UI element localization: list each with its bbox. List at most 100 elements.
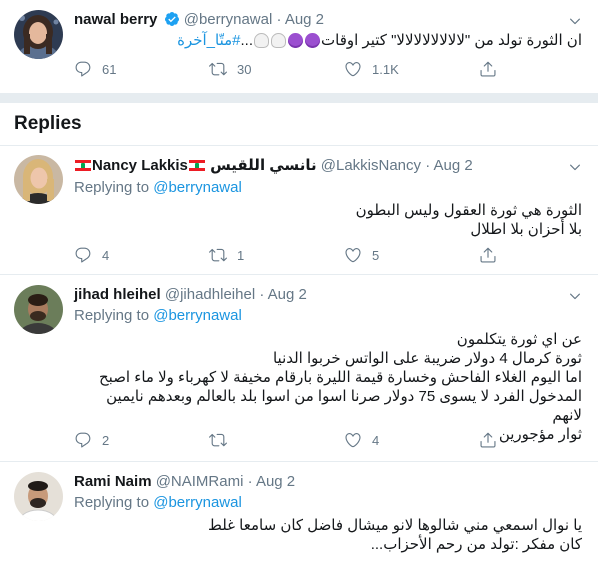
main-tweet[interactable]: nawal berry @berrynawal · Aug 2 ان الثور… (0, 0, 598, 93)
like-button[interactable]: 4 (344, 431, 379, 449)
heart-icon (344, 246, 362, 264)
replying-to-prefix: Replying to (74, 307, 150, 324)
tweet-header: Rami Naim @NAIMRami · Aug 2 (74, 472, 295, 492)
author-handle[interactable]: @NAIMRami (156, 473, 244, 490)
reply-tweet[interactable]: Nancy Lakkis نانسي اللقيس @LakkisNancy ·… (0, 145, 598, 275)
share-icon (479, 246, 497, 264)
reply-tweet[interactable]: Rami Naim @NAIMRami · Aug 2 Replying to … (0, 462, 598, 569)
tweet-header: jihad hleihel @jihadhleihel · Aug 2 (74, 285, 307, 305)
author-name[interactable]: Nancy Lakkis (92, 157, 188, 174)
tweet-header: Nancy Lakkis نانسي اللقيس @LakkisNancy ·… (74, 156, 473, 176)
separator-dot: · (425, 157, 431, 174)
tweet-text: الثورة هي ثورة العقول وليس البطون بلا أح… (74, 201, 582, 239)
retweet-button[interactable]: 1 (209, 246, 244, 264)
tweet-line: كان مفكر :تولد من رحم الأحزاب... (370, 536, 582, 553)
heart-icon (344, 431, 362, 449)
avatar[interactable] (14, 472, 63, 521)
author-handle[interactable]: @jihadhleihel (165, 286, 255, 303)
reply-icon (74, 246, 92, 264)
separator-dot: · (259, 286, 265, 303)
like-button[interactable]: 5 (344, 246, 379, 264)
lebanon-flag-icon (75, 160, 91, 171)
share-button[interactable] (479, 246, 497, 264)
reply-button[interactable]: 61 (74, 60, 116, 78)
chevron-down-icon[interactable] (568, 14, 582, 28)
tweet-line: المدخول الفرد لا يسوى 75 دولار صرنا اسوا… (106, 388, 582, 424)
hashtag-link[interactable]: #متّا_آخرة (177, 32, 240, 49)
tweet-line: ثورة كرمال 4 دولار ضريبة على الواتس خربو… (272, 350, 582, 367)
tweet-text-ellipsis: ... (240, 32, 254, 49)
smiling-devil-emoji-icon (305, 33, 321, 48)
retweet-count: 1 (237, 247, 245, 263)
reply-button[interactable]: 2 (74, 431, 109, 449)
author-name[interactable]: nawal berry (74, 11, 157, 28)
share-button[interactable] (479, 431, 497, 449)
like-button[interactable]: 1.1K (344, 60, 399, 78)
tweet-text: يا نوال اسمعي مني شالوها لانو ميشال فاضل… (74, 516, 582, 554)
tweet-actions: 4 1 5 (74, 246, 494, 266)
author-name[interactable]: jihad hleihel (74, 286, 161, 303)
heart-icon (344, 60, 362, 78)
retweet-icon (209, 246, 227, 264)
avatar[interactable] (14, 285, 63, 334)
verified-badge-icon (164, 11, 180, 27)
avatar[interactable] (14, 10, 63, 59)
author-name[interactable]: Rami Naim (74, 473, 152, 490)
author-handle[interactable]: @LakkisNancy (321, 157, 421, 174)
retweet-icon (209, 431, 227, 449)
tweet-line: عن اي ثورة يتكلمون (456, 331, 582, 348)
like-count: 1.1K (372, 61, 399, 77)
retweet-button[interactable]: 30 (209, 60, 251, 78)
tweet-date[interactable]: Aug 2 (434, 157, 473, 174)
tweet-text: ان الثورة تولد من "لالالالالالالالا" كتي… (74, 31, 582, 50)
share-button[interactable] (479, 60, 497, 78)
share-icon (479, 431, 497, 449)
like-count: 4 (372, 432, 380, 448)
section-divider (0, 93, 598, 103)
separator-dot: · (276, 11, 282, 28)
author-name-arabic[interactable]: نانسي اللقيس (210, 157, 317, 174)
like-count: 5 (372, 247, 380, 263)
chevron-down-icon[interactable] (568, 160, 582, 174)
lebanon-flag-icon (188, 160, 205, 171)
tweet-date[interactable]: Aug 2 (268, 286, 307, 303)
tweet-text-main: ان الثورة تولد من "لالالالالالالالا" كتي… (321, 32, 582, 49)
reply-button[interactable]: 4 (74, 246, 109, 264)
ghost-emoji-icon (254, 33, 270, 48)
reply-count: 4 (102, 247, 110, 263)
avatar[interactable] (14, 155, 63, 204)
ghost-emoji-icon (271, 33, 287, 48)
share-icon (479, 60, 497, 78)
tweet-date[interactable]: Aug 2 (285, 11, 324, 28)
chevron-down-icon[interactable] (568, 289, 582, 303)
tweet-line: الثورة هي ثورة العقول وليس البطون (355, 202, 582, 219)
replies-heading: Replies (14, 113, 82, 134)
mention-link[interactable]: @berrynawal (153, 307, 242, 324)
tweet-date[interactable]: Aug 2 (256, 473, 295, 490)
retweet-count: 30 (237, 61, 252, 77)
reply-icon (74, 431, 92, 449)
tweet-line: بلا أحزان بلا اطلال (470, 221, 582, 238)
tweet-line: اما اليوم الغلاء الفاحش وخسارة قيمة اللي… (98, 369, 582, 386)
tweet-text: عن اي ثورة يتكلمون ثورة كرمال 4 دولار ضر… (74, 330, 582, 444)
replying-to-prefix: Replying to (74, 494, 150, 511)
author-handle[interactable]: @berrynawal (184, 11, 273, 28)
tweet-line: يا نوال اسمعي مني شالوها لانو ميشال فاضل… (207, 517, 582, 534)
replying-to: Replying to @berrynawal (74, 178, 242, 198)
tweet-header: nawal berry @berrynawal · Aug 2 (74, 10, 324, 30)
reply-icon (74, 60, 92, 78)
smiling-devil-emoji-icon (288, 33, 304, 48)
reply-count: 61 (102, 61, 117, 77)
retweet-icon (209, 60, 227, 78)
mention-link[interactable]: @berrynawal (153, 179, 242, 196)
reply-count: 2 (102, 432, 110, 448)
replying-to: Replying to @berrynawal (74, 306, 242, 326)
mention-link[interactable]: @berrynawal (153, 494, 242, 511)
separator-dot: · (247, 473, 253, 490)
tweet-actions: 2 4 (74, 431, 494, 451)
replying-to-prefix: Replying to (74, 179, 150, 196)
tweet-actions: 61 30 1.1K (74, 60, 494, 80)
replying-to: Replying to @berrynawal (74, 493, 242, 513)
retweet-button[interactable] (209, 431, 237, 449)
reply-tweet[interactable]: jihad hleihel @jihadhleihel · Aug 2 Repl… (0, 275, 598, 462)
